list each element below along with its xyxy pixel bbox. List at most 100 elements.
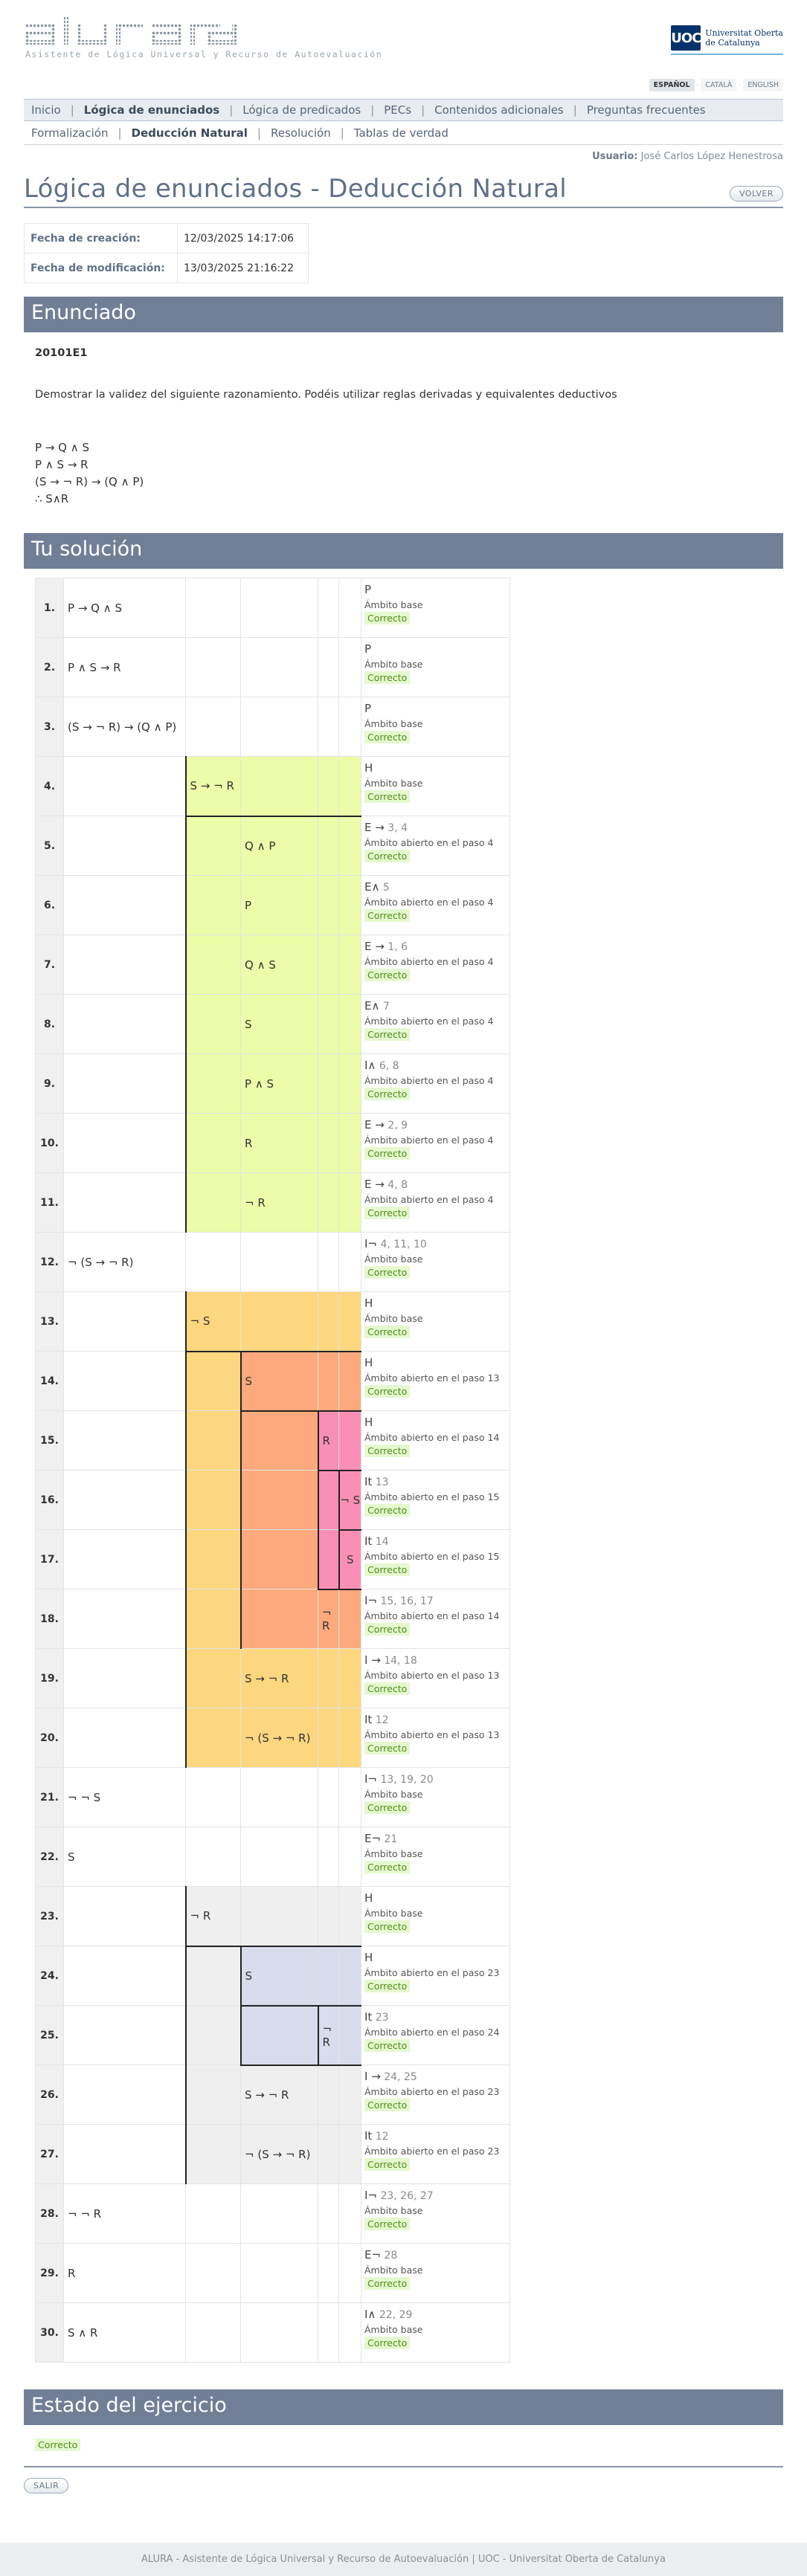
proof-cell: S → ¬ R <box>184 756 241 817</box>
justification-rule-line: I → 14, 18 <box>364 1653 507 1668</box>
proof-cell <box>184 1470 241 1530</box>
status-badge: Correcto <box>364 2039 411 2052</box>
nav-logica-enunciados[interactable]: Lógica de enunciados <box>84 103 219 117</box>
proof-step-number: 9. <box>35 1053 64 1114</box>
scope-text: Ámbito base <box>364 1313 423 1324</box>
justification-rule-line: I∧ 6, 8 <box>364 1059 507 1074</box>
proof-cell: S → ¬ R <box>240 2064 318 2125</box>
lang-es[interactable]: ESPAÑOL <box>649 79 695 91</box>
proof-justification: H Ámbito base Correcto <box>361 756 510 816</box>
scope-text: Ámbito abierto en el paso 13 <box>364 1372 500 1384</box>
proof-row: 7. Q ∧ SE → 1, 6 Ámbito abierto en el paso… <box>35 934 510 995</box>
proof-justification: E → 1, 6 Ámbito abierto en el paso 4 Corre… <box>361 934 510 995</box>
uoc-logo[interactable]: UOC Universitat Oberta de Catalunya <box>671 25 783 55</box>
proof-cell <box>63 1172 186 1233</box>
lang-ca[interactable]: CATALÀ <box>701 79 737 91</box>
status-badge: Correcto <box>364 1147 411 1160</box>
proof-cell <box>184 1113 241 1173</box>
proof-justification: H Ámbito abierto en el paso 13 Correcto <box>361 1351 510 1411</box>
proof-row: 2. P ∧ S → R P Ámbito base Correcto <box>35 637 510 697</box>
justification-rule-line: H <box>364 1951 507 1966</box>
proof-formula: S → ¬ R <box>245 2088 289 2102</box>
nav-inicio[interactable]: Inicio <box>31 103 61 117</box>
proof-step-number: 10. <box>35 1113 64 1173</box>
proof-cell <box>318 1291 339 1352</box>
status-badge: Correcto <box>364 671 411 684</box>
subnav-resolucion[interactable]: Resolución <box>271 126 331 140</box>
proof-cell: S <box>239 1351 318 1412</box>
proof-cell <box>318 1886 339 1947</box>
nav-pecs[interactable]: PECs <box>384 103 411 117</box>
justification-rule-line: It 12 <box>364 2129 507 2144</box>
justification-rule-line: E¬ 28 <box>364 2248 507 2263</box>
status-badge: Correcto <box>364 1682 411 1695</box>
proof-formula: P ∧ S → R <box>68 660 121 674</box>
proof-cell <box>184 1946 241 2006</box>
proof-step-number: 16. <box>35 1470 64 1530</box>
subnav-tablas-verdad[interactable]: Tablas de verdad <box>354 126 448 140</box>
proof-cell <box>318 934 339 995</box>
scope-text: Ámbito base <box>364 2205 423 2216</box>
rule-name: I¬ <box>364 1237 377 1250</box>
justification-rule-line: E → 2, 9 <box>364 1118 507 1133</box>
scope-text: Ámbito abierto en el paso 4 <box>364 897 494 908</box>
proof-row: 5. Q ∧ PE → 3, 4 Ámbito abierto en el paso… <box>35 816 510 876</box>
proof-justification: H Ámbito base Correcto <box>361 1291 510 1352</box>
proof-cell <box>185 637 241 697</box>
proof-cell <box>240 2243 318 2303</box>
justification-rule-line: E∧ 7 <box>364 999 507 1014</box>
proof-cell <box>338 1410 361 1471</box>
creation-date-value: 12/03/2025 14:17:06 <box>177 223 309 254</box>
uoc-mark: UOC <box>671 25 701 51</box>
proof-row: 30. S ∧ R I∧ 22, 29 Ámbito base Correcto <box>35 2302 510 2363</box>
subnav-deduccion-natural[interactable]: Deducción Natural <box>132 126 248 140</box>
proof-step-number: 27. <box>35 2124 64 2184</box>
scope-text: Ámbito abierto en el paso 14 <box>364 1432 500 1443</box>
proof-step-number: 12. <box>35 1232 64 1292</box>
proof-justification: I∧ 6, 8 Ámbito abierto en el paso 4 Correc… <box>361 1053 510 1114</box>
exercise-description: Demostrar la validez del siguiente razon… <box>35 389 617 401</box>
proof-cell: S ∧ R <box>63 2302 186 2363</box>
creation-date-label: Fecha de creación: <box>24 223 178 254</box>
status-badge: Correcto <box>364 731 411 743</box>
exit-button[interactable]: SALIR <box>24 2478 69 2493</box>
premise: P ∧ S → R <box>35 458 89 471</box>
justification-rule-line: H <box>364 1356 507 1371</box>
nav-contenidos-adicionales[interactable]: Contenidos adicionales <box>434 103 564 117</box>
proof-cell <box>63 756 186 816</box>
proof-step-number: 28. <box>35 2183 64 2244</box>
proof-step-number: 24. <box>35 1946 64 2006</box>
proof-step-number: 17. <box>35 1529 64 1589</box>
scope-text: Ámbito abierto en el paso 4 <box>364 837 494 848</box>
rule-references: 14 <box>375 1536 389 1548</box>
proof-cell <box>318 2243 339 2303</box>
nav-separator: | <box>421 103 425 117</box>
justification-rule-line: H <box>364 1891 507 1906</box>
proof-cell <box>318 697 339 757</box>
proof-cell <box>185 697 241 757</box>
nav-logica-predicados[interactable]: Lógica de predicados <box>242 103 361 117</box>
dates-table: Fecha de creación: 12/03/2025 14:17:06 F… <box>24 223 309 283</box>
proof-cell <box>185 578 241 638</box>
subnav-formalizacion[interactable]: Formalización <box>31 126 108 140</box>
proof-cell <box>338 1946 361 2007</box>
lang-en[interactable]: ENGLISH <box>743 79 783 91</box>
proof-cell <box>239 1529 318 1589</box>
proof-cell <box>63 2065 186 2125</box>
status-badge: Correcto <box>364 1861 411 1873</box>
modification-date-label: Fecha de modificación: <box>24 253 178 283</box>
alura-logo[interactable]: Asistente de Lógica Universal y Recurso … <box>25 16 382 59</box>
rule-references: 15, 16, 17 <box>380 1595 434 1607</box>
estado-status-badge: Correcto <box>35 2438 81 2451</box>
scope-text: Ámbito base <box>364 599 423 610</box>
scope-text: Ámbito base <box>364 1789 423 1800</box>
proof-cell <box>338 1767 361 1827</box>
proof-cell <box>318 1172 339 1233</box>
rule-name: E∧ <box>364 880 380 894</box>
back-button[interactable]: VOLVER <box>729 186 783 201</box>
proof-cell <box>317 1529 339 1589</box>
proof-cell: S <box>63 1827 186 1887</box>
proof-step-number: 19. <box>35 1648 64 1708</box>
proof-cell <box>63 994 186 1054</box>
nav-preguntas-frecuentes[interactable]: Preguntas frecuentes <box>587 103 706 117</box>
